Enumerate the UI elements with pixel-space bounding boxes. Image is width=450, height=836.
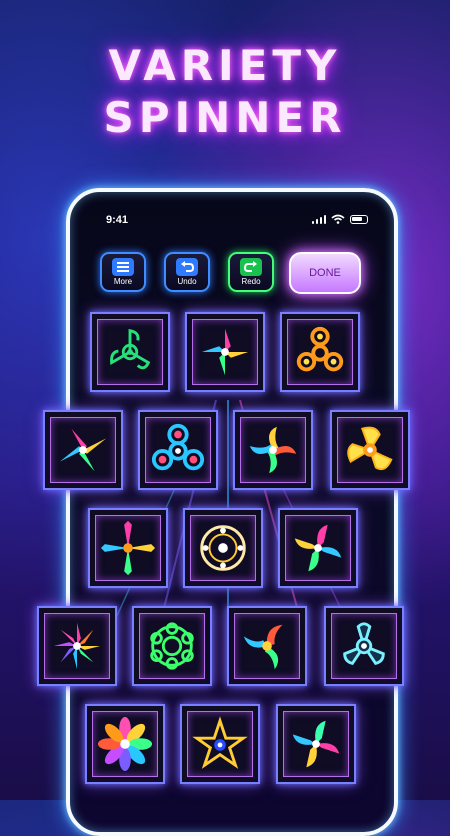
more-label: More [113,277,133,286]
battery-icon [350,214,368,224]
signal-icon [311,214,326,224]
spinner-icon [294,524,342,572]
spinner-tile-13[interactable] [227,606,307,686]
spinner-icon [192,716,248,769]
headline-line-1: VARIETY [108,41,342,90]
spinner-icon [151,423,205,471]
status-icons [311,214,368,224]
undo-button[interactable]: Undo [164,252,210,292]
spinner-icon [100,520,156,576]
menu-icon [112,258,134,276]
spinner-tile-2[interactable] [185,312,265,392]
redo-button[interactable]: Redo [228,252,274,292]
spinner-icon [201,328,249,376]
spinner-tile-3[interactable] [280,312,360,392]
wifi-icon [331,214,345,224]
spinner-icon [249,426,297,474]
spinner-tile-14[interactable] [324,606,404,686]
spinner-tile-9[interactable] [183,508,263,588]
headline-line-2: SPINNER [103,93,347,142]
spinner-icon [343,622,385,666]
spinner-icon [296,326,344,372]
spinner-tile-8[interactable] [88,508,168,588]
spinner-icon [59,428,107,472]
undo-label: Undo [177,277,197,286]
spinner-icon [292,720,340,768]
spinner-tile-4[interactable] [43,410,123,490]
spinner-tile-5[interactable] [138,410,218,490]
done-button[interactable]: DONE [289,252,361,294]
spinner-icon [97,716,153,772]
more-button[interactable]: More [100,252,146,292]
undo-icon [176,258,198,276]
spinner-tile-11[interactable] [37,606,117,686]
spinner-tile-12[interactable] [132,606,212,686]
spinner-icon [347,426,393,471]
status-time: 9:41 [106,214,129,226]
spinner-tile-17[interactable] [276,704,356,784]
spinner-icon [200,525,246,571]
spinner-icon [110,328,151,370]
redo-icon [240,258,262,276]
spinner-icon [243,624,283,670]
redo-label: Redo [241,277,261,286]
spinner-tile-16[interactable] [180,704,260,784]
spinner-icon [150,622,194,670]
spinner-tile-15[interactable] [85,704,165,784]
spinner-tile-1[interactable] [90,312,170,392]
spinner-tile-10[interactable] [278,508,358,588]
spinner-icon [53,622,101,670]
spinner-tile-6[interactable] [233,410,313,490]
spinner-tile-7[interactable] [330,410,410,490]
